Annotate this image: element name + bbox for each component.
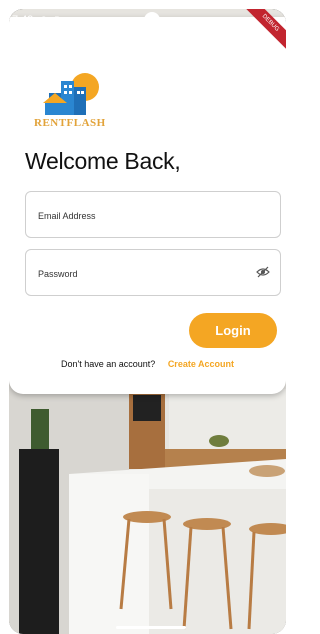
welcome-title: Welcome Back, [25, 148, 181, 174]
status-time: 7:49 [12, 14, 34, 26]
email-field[interactable] [25, 191, 281, 239]
app-icon: ▫ [65, 14, 70, 26]
front-camera [144, 12, 160, 28]
brand-name: RENTFLASH [34, 117, 106, 129]
signup-row: Don't have an account? Create Account [9, 359, 286, 369]
sim-icon: ▮ [54, 14, 60, 26]
home-indicator[interactable] [116, 626, 186, 629]
no-account-text: Don't have an account? [61, 359, 156, 369]
eye-off-icon[interactable] [255, 264, 271, 280]
phone-screen: 7:49 ◉ ▮ ▫ ▾◢▮ DEBUG RENTFLASH Welcome B… [9, 9, 286, 634]
notification-icon: ◉ [39, 14, 49, 26]
login-button[interactable]: Login [189, 313, 277, 348]
create-account-link[interactable]: Create Account [168, 359, 234, 369]
password-field[interactable] [25, 249, 281, 297]
login-card: RENTFLASH Welcome Back, Login Don't have… [9, 17, 286, 394]
password-input[interactable] [36, 250, 250, 297]
email-input[interactable] [36, 192, 250, 239]
